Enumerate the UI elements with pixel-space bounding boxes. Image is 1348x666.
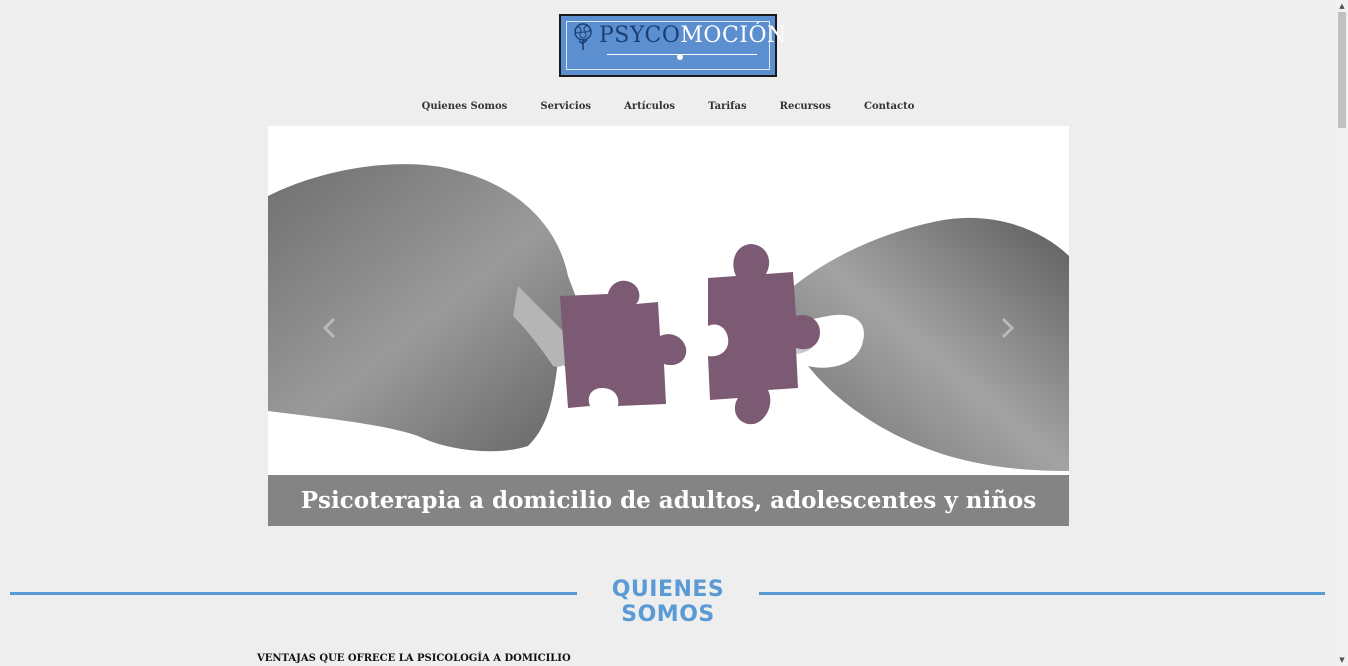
nav-item-servicios[interactable]: Servicios [540, 101, 591, 112]
nav-item-contacto[interactable]: Contacto [864, 101, 914, 112]
hero-image [268, 164, 1069, 471]
page: PSYCOMOCIÓN Quienes Somos Servicios Artí… [0, 0, 1336, 666]
section-divider-left [10, 592, 577, 595]
slide-caption: Psicoterapia a domicilio de adultos, ado… [268, 475, 1069, 526]
section-title: QUIENES SOMOS [611, 577, 725, 627]
nav-item-quienes-somos[interactable]: Quienes Somos [422, 101, 508, 112]
page-scrollbar[interactable]: ▲ ▼ [1336, 0, 1348, 666]
nav-item-articulos[interactable]: Artículos [624, 101, 675, 112]
logo-text: PSYCOMOCIÓN [599, 23, 787, 48]
section-subheading: VENTAJAS QUE OFRECE LA PSICOLOGÍA A DOMI… [257, 653, 571, 664]
scroll-up-icon[interactable]: ▲ [1336, 0, 1348, 12]
logo-text-dark: PSYCO [599, 23, 681, 48]
site-logo[interactable]: PSYCOMOCIÓN [559, 14, 786, 77]
nav-item-tarifas[interactable]: Tarifas [708, 101, 746, 112]
chevron-left-icon[interactable] [318, 316, 342, 340]
logo-text-light: MOCIÓN [680, 23, 787, 48]
scroll-down-icon[interactable]: ▼ [1336, 654, 1348, 666]
hero-slider[interactable]: Psicoterapia a domicilio de adultos, ado… [268, 126, 1069, 526]
nav-item-recursos[interactable]: Recursos [780, 101, 831, 112]
chevron-right-icon[interactable] [995, 316, 1019, 340]
section-divider-right [759, 592, 1325, 595]
logo-dot [677, 54, 683, 60]
main-nav: Quienes Somos Servicios Artículos Tarifa… [0, 94, 1336, 113]
tree-icon [574, 23, 592, 50]
scrollbar-thumb[interactable] [1338, 12, 1346, 128]
